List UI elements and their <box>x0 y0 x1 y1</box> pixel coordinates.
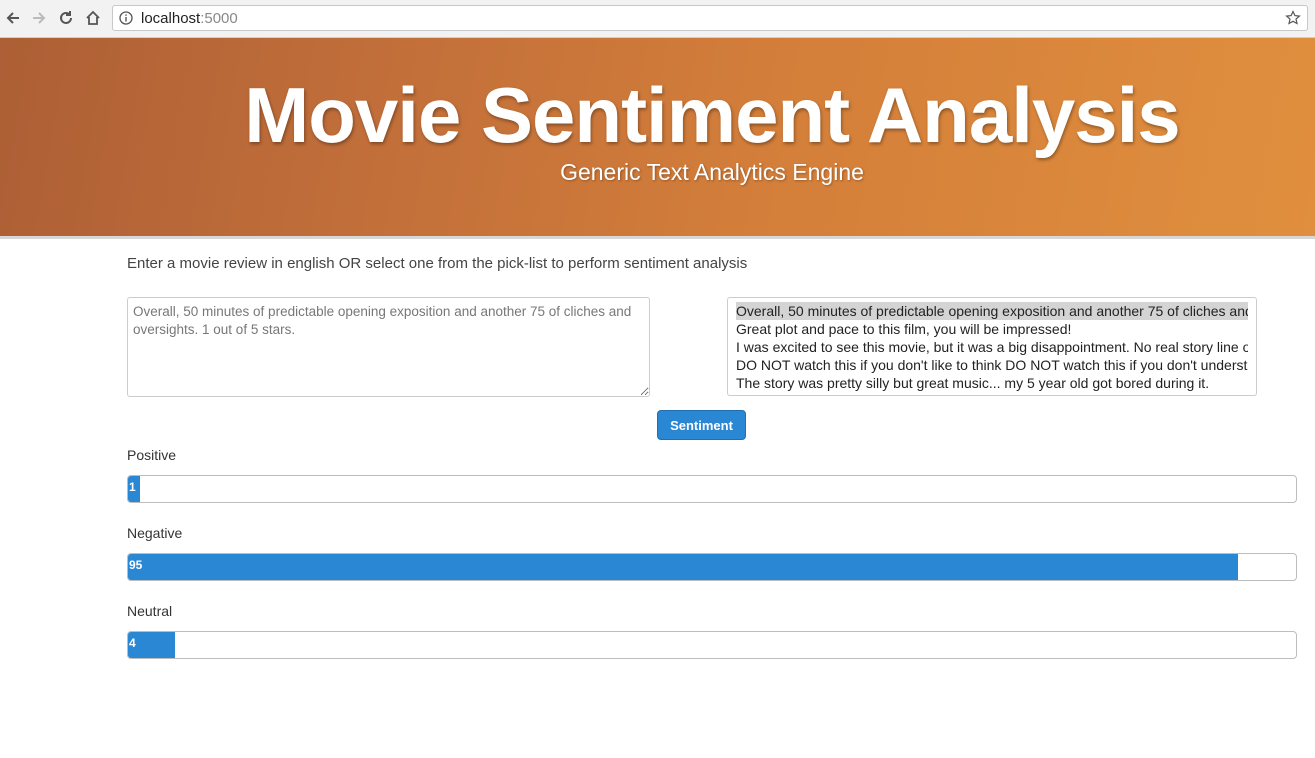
url-text: localhost:5000 <box>141 10 238 28</box>
positive-value: 1 <box>129 480 136 494</box>
back-arrow-icon[interactable] <box>2 7 24 29</box>
positive-label: Positive <box>127 447 177 463</box>
review-textarea[interactable]: Overall, 50 minutes of predictable openi… <box>127 297 650 397</box>
url-host: localhost <box>141 10 201 27</box>
address-bar[interactable]: localhost:5000 <box>112 5 1308 31</box>
forward-arrow-icon[interactable] <box>28 7 50 29</box>
instructions-text: Enter a movie review in english OR selec… <box>127 255 748 272</box>
review-picklist[interactable]: Overall, 50 minutes of predictable openi… <box>727 297 1257 396</box>
negative-label: Negative <box>127 525 183 541</box>
picklist-option[interactable]: Great plot and pace to this film, you wi… <box>736 320 1248 338</box>
neutral-label: Neutral <box>127 603 173 619</box>
positive-progress-bar: 1 <box>127 475 1297 503</box>
reload-icon[interactable] <box>55 7 77 29</box>
home-icon[interactable] <box>82 7 104 29</box>
hero-banner: Movie Sentiment Analysis Generic Text An… <box>0 38 1315 239</box>
neutral-value: 4 <box>129 636 136 650</box>
picklist-option[interactable]: DO NOT watch this if you don't like to t… <box>736 356 1248 374</box>
sentiment-button[interactable]: Sentiment <box>657 410 746 440</box>
info-icon[interactable] <box>119 11 133 25</box>
picklist-option[interactable]: The story was pretty silly but great mus… <box>736 374 1248 392</box>
neutral-progress-bar: 4 <box>127 631 1297 659</box>
negative-progress-bar: 95 <box>127 553 1297 581</box>
negative-value: 95 <box>129 558 143 572</box>
negative-progress-fill <box>128 554 1238 580</box>
page-title: Movie Sentiment Analysis <box>244 71 1180 159</box>
picklist-option[interactable]: Overall, 50 minutes of predictable openi… <box>736 302 1248 320</box>
browser-toolbar: localhost:5000 <box>0 0 1315 38</box>
page-subtitle: Generic Text Analytics Engine <box>560 159 864 185</box>
bookmark-star-icon[interactable] <box>1285 10 1301 26</box>
url-port: :5000 <box>200 10 238 27</box>
picklist-option[interactable]: I was excited to see this movie, but it … <box>736 338 1248 356</box>
